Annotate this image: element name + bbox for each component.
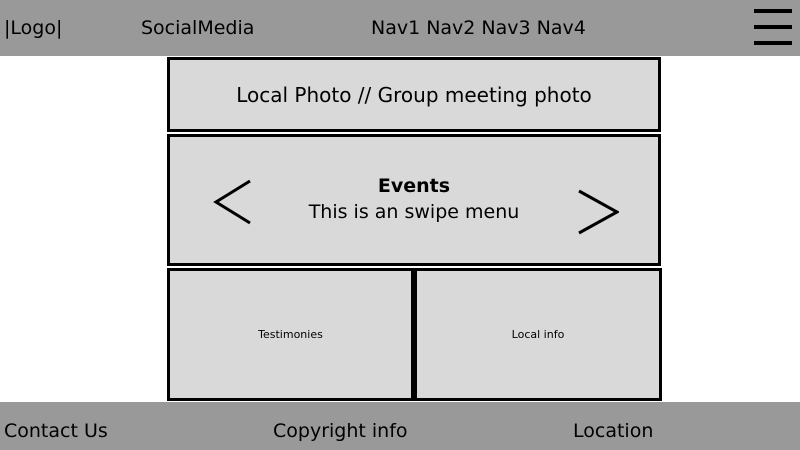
footer-bar: Contact Us Copyright info Location: [0, 402, 800, 450]
location-link[interactable]: Location: [573, 419, 653, 443]
nav-menu: Nav1 Nav2 Nav3 Nav4: [371, 16, 586, 40]
photo-label: Local Photo // Group meeting photo: [236, 82, 592, 107]
social-media-label[interactable]: SocialMedia: [141, 16, 254, 40]
testimonies-label: Testimonies: [258, 328, 323, 341]
hamburger-line: [754, 25, 792, 29]
hamburger-menu-icon[interactable]: [754, 8, 792, 46]
copyright-info: Copyright info: [273, 420, 408, 442]
local-photo-panel: Local Photo // Group meeting photo: [167, 57, 661, 132]
nav-item-1[interactable]: Nav1: [371, 16, 420, 40]
nav-item-3[interactable]: Nav3: [481, 16, 530, 40]
chevron-right-icon[interactable]: [575, 189, 619, 237]
contact-us-link[interactable]: Contact Us: [4, 419, 108, 443]
nav-item-2[interactable]: Nav2: [426, 16, 475, 40]
events-carousel: Events This is an swipe menu: [167, 134, 661, 266]
hamburger-line: [754, 41, 792, 45]
header-bar: |Logo| SocialMedia Nav1 Nav2 Nav3 Nav4: [0, 0, 800, 56]
nav-item-4[interactable]: Nav4: [537, 16, 586, 40]
testimonies-panel[interactable]: Testimonies: [167, 268, 414, 401]
local-info-label: Local info: [511, 328, 565, 341]
hamburger-line: [754, 9, 792, 13]
logo[interactable]: |Logo|: [4, 16, 62, 40]
local-info-panel[interactable]: Local info: [414, 268, 662, 401]
